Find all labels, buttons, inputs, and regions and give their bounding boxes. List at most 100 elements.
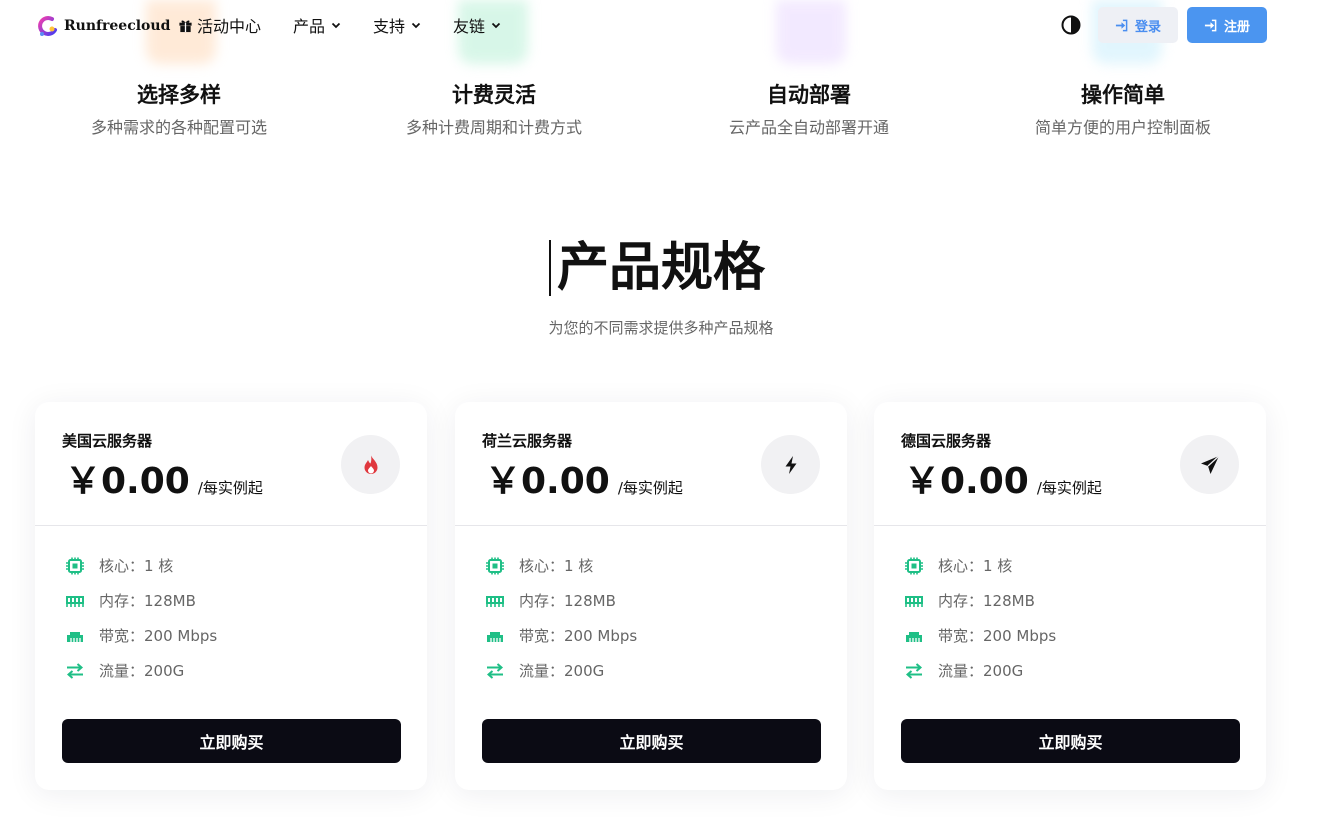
- feature-desc: 多种需求的各种配置可选: [90, 118, 267, 137]
- spec-bandwidth: 带宽：200 Mbps: [904, 625, 1056, 646]
- buy-now-button[interactable]: 立即购买: [901, 719, 1240, 763]
- card-price: ￥0.00 /每实例起: [65, 452, 263, 504]
- header-actions: 登录 注册: [1060, 7, 1267, 43]
- spec-text: 内存：128MB: [938, 592, 1035, 610]
- spec-traffic: 流量：200G: [65, 660, 184, 681]
- feature-title: 自动部署: [767, 83, 851, 107]
- top-nav: Runfreecloud 活动中心 产品 支持 友链 登录 注册: [0, 0, 1322, 56]
- spec-traffic: 流量：200G: [904, 660, 1023, 681]
- price-unit: /每实例起: [197, 479, 263, 497]
- brand-name: Runfreecloud: [64, 18, 171, 34]
- spec-memory: 内存：128MB: [904, 590, 1035, 611]
- spec-text: 带宽：200 Mbps: [938, 627, 1057, 645]
- theme-toggle-icon[interactable]: [1060, 14, 1082, 36]
- feature-title: 选择多样: [137, 83, 221, 107]
- card-name: 美国云服务器: [62, 432, 153, 450]
- nav-item-products[interactable]: 产品: [293, 13, 341, 37]
- nav-item-links[interactable]: 友链: [453, 13, 501, 37]
- ethernet-icon: [906, 631, 922, 642]
- login-label: 登录: [1134, 19, 1161, 35]
- product-card-us: 美国云服务器 ￥0.00 /每实例起 核心：1 核 内存：128MB 带宽：20…: [35, 402, 427, 790]
- chevron-down-icon: [331, 22, 341, 29]
- card-divider: [455, 525, 847, 526]
- transfer-arrows-icon: [905, 662, 923, 679]
- memory-icon: [486, 595, 504, 607]
- spec-text: 流量：200G: [938, 662, 1024, 680]
- runfreecloud-logo-icon: [38, 16, 57, 36]
- price-unit: /每实例起: [617, 479, 683, 497]
- memory-icon: [66, 595, 84, 607]
- nav-item-activity[interactable]: 活动中心: [178, 13, 261, 37]
- fire-icon: [364, 455, 377, 474]
- sign-in-icon: [1115, 19, 1128, 31]
- cpu-icon: [905, 557, 923, 574]
- spec-text: 带宽：200 Mbps: [519, 627, 638, 645]
- card-badge: [761, 435, 820, 494]
- feature-desc: 简单方便的用户控制面板: [1034, 118, 1211, 137]
- card-price: ￥0.00 /每实例起: [904, 452, 1102, 504]
- login-button[interactable]: 登录: [1098, 7, 1178, 43]
- card-name: 荷兰云服务器: [482, 432, 573, 450]
- feature-item: 选择多样 多种需求的各种配置可选: [29, 80, 329, 140]
- register-label: 注册: [1223, 19, 1250, 35]
- section-title: 产品规格: [556, 238, 765, 298]
- price-unit: /每实例起: [1036, 479, 1102, 497]
- spec-text: 流量：200G: [519, 662, 605, 680]
- spec-text: 内存：128MB: [99, 592, 196, 610]
- spec-memory: 内存：128MB: [485, 590, 616, 611]
- card-name: 德国云服务器: [901, 432, 992, 450]
- card-price: ￥0.00 /每实例起: [485, 452, 683, 504]
- feature-item: 计费灵活 多种计费周期和计费方式: [344, 80, 644, 140]
- section-subtitle: 为您的不同需求提供多种产品规格: [548, 319, 774, 337]
- spec-bandwidth: 带宽：200 Mbps: [485, 625, 637, 646]
- spec-cpu: 核心：1 核: [485, 555, 593, 576]
- price-value: ￥0.00: [65, 461, 190, 502]
- feature-item: 自动部署 云产品全自动部署开通: [659, 80, 959, 140]
- spec-text: 核心：1 核: [99, 557, 174, 575]
- feature-title: 计费灵活: [452, 83, 536, 107]
- spec-text: 流量：200G: [99, 662, 185, 680]
- lightning-icon: [785, 455, 796, 474]
- spec-text: 带宽：200 Mbps: [99, 627, 218, 645]
- nav-label-support: 支持: [373, 17, 406, 36]
- transfer-arrows-icon: [66, 662, 84, 679]
- chevron-down-icon: [491, 22, 501, 29]
- buy-now-button[interactable]: 立即购买: [482, 719, 821, 763]
- ethernet-icon: [67, 631, 83, 642]
- main-nav: 活动中心 产品 支持 友链: [178, 0, 533, 50]
- cpu-icon: [66, 557, 84, 574]
- paper-plane-icon: [1200, 455, 1219, 474]
- ethernet-icon: [487, 631, 503, 642]
- buy-now-button[interactable]: 立即购买: [62, 719, 401, 763]
- transfer-arrows-icon: [486, 662, 504, 679]
- register-button[interactable]: 注册: [1187, 7, 1267, 43]
- memory-icon: [905, 595, 923, 607]
- cpu-icon: [486, 557, 504, 574]
- card-badge: [341, 435, 400, 494]
- spec-text: 核心：1 核: [938, 557, 1013, 575]
- feature-title: 操作简单: [1081, 83, 1165, 107]
- price-value: ￥0.00: [904, 461, 1029, 502]
- card-divider: [35, 525, 427, 526]
- feature-item: 操作简单 简单方便的用户控制面板: [973, 80, 1273, 140]
- gift-icon: [179, 20, 192, 32]
- spec-cpu: 核心：1 核: [904, 555, 1012, 576]
- nav-label-products: 产品: [293, 17, 326, 36]
- sign-in-icon: [1204, 19, 1217, 31]
- spec-text: 核心：1 核: [519, 557, 594, 575]
- price-value: ￥0.00: [485, 461, 610, 502]
- nav-label-activity: 活动中心: [197, 17, 262, 36]
- brand-logo[interactable]: Runfreecloud: [36, 14, 170, 38]
- feature-desc: 多种计费周期和计费方式: [405, 118, 582, 137]
- nav-label-links: 友链: [453, 17, 486, 36]
- nav-item-support[interactable]: 支持: [373, 13, 421, 37]
- card-badge: [1180, 435, 1239, 494]
- text-cursor: [549, 240, 551, 296]
- spec-cpu: 核心：1 核: [65, 555, 173, 576]
- card-divider: [874, 525, 1266, 526]
- spec-text: 内存：128MB: [519, 592, 616, 610]
- chevron-down-icon: [411, 22, 421, 29]
- spec-bandwidth: 带宽：200 Mbps: [65, 625, 217, 646]
- product-card-nl: 荷兰云服务器 ￥0.00 /每实例起 核心：1 核 内存：128MB 带宽：20…: [455, 402, 847, 790]
- spec-traffic: 流量：200G: [485, 660, 604, 681]
